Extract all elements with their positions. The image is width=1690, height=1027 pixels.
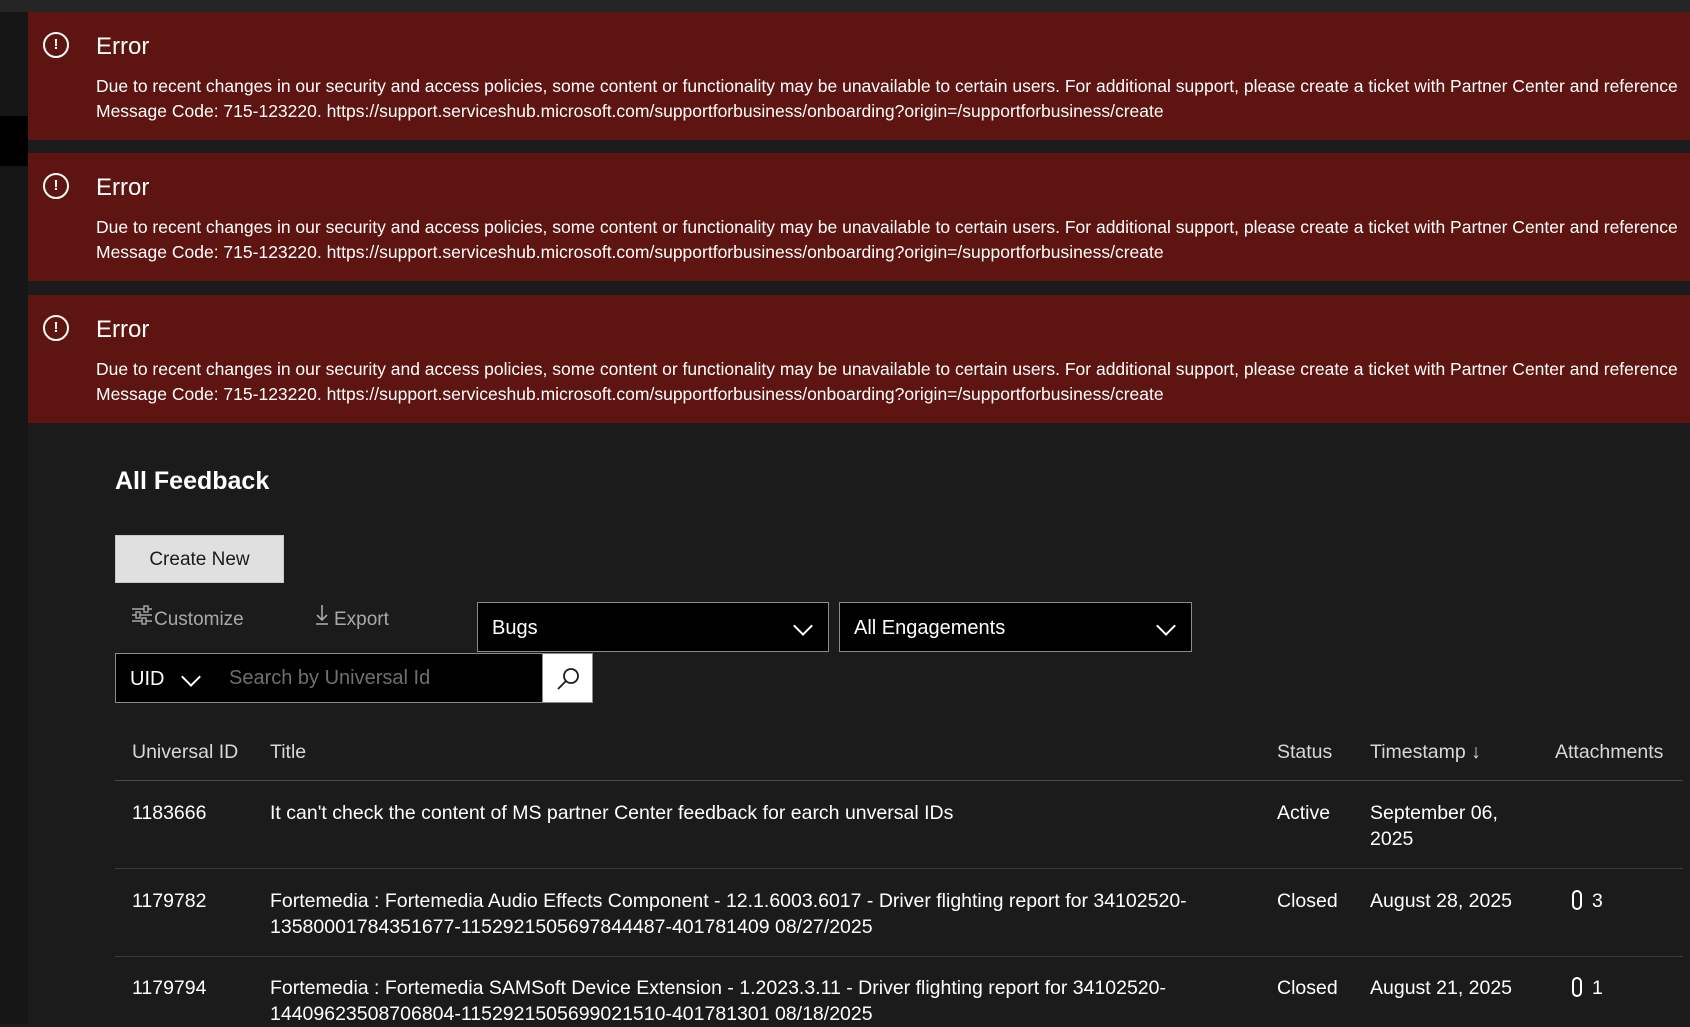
column-header-attachments[interactable]: Attachments (1555, 738, 1663, 766)
error-title: Error (96, 174, 150, 201)
row-divider (115, 868, 1683, 869)
sliders-icon (130, 602, 154, 638)
row-timestamp: August 28, 2025 (1370, 890, 1513, 912)
row-timestamp: September 06, 2025 (1370, 802, 1498, 850)
column-header-status[interactable]: Status (1277, 738, 1332, 766)
column-header-timestamp[interactable]: Timestamp ↓ (1370, 738, 1481, 766)
export-label: Export (334, 609, 389, 630)
chevron-down-icon (181, 667, 201, 687)
row-universal-id[interactable]: 1179782 (132, 888, 206, 914)
error-banner: ! Error Due to recent changes in our sec… (28, 295, 1690, 423)
error-banner: ! Error Due to recent changes in our sec… (28, 12, 1690, 140)
exclamation-circle-icon: ! (43, 315, 69, 341)
paperclip-icon (1572, 977, 1582, 997)
column-header-title[interactable]: Title (270, 738, 306, 766)
error-message: Due to recent changes in our security an… (96, 76, 1678, 121)
create-new-button[interactable]: Create New (115, 535, 284, 583)
chevron-down-icon (793, 616, 813, 636)
row-title[interactable]: Fortemedia : Fortemedia SAMSoft Device E… (270, 975, 1260, 1027)
table-header-divider (115, 780, 1683, 781)
export-button[interactable]: Export (310, 602, 389, 638)
search-field-value: UID (130, 668, 165, 690)
row-title[interactable]: It can't check the content of MS partner… (270, 800, 1260, 826)
row-attachments[interactable]: 3 (1572, 888, 1603, 914)
left-nav-rail[interactable] (0, 12, 29, 1024)
row-attachments[interactable]: 1 (1572, 975, 1603, 1001)
row-timestamp: August 21, 2025 (1370, 977, 1513, 999)
row-divider (115, 956, 1683, 957)
column-header-universal-id[interactable]: Universal ID (132, 738, 238, 766)
type-filter-dropdown[interactable]: Bugs (477, 602, 829, 652)
chevron-down-icon (1156, 616, 1176, 636)
main-content: ! Error Due to recent changes in our sec… (28, 12, 1690, 1027)
search-button[interactable] (542, 653, 593, 703)
row-status: Closed (1277, 890, 1338, 912)
engagement-filter-dropdown[interactable]: All Engagements (839, 602, 1192, 652)
row-universal-id[interactable]: 1183666 (132, 800, 206, 826)
exclamation-circle-icon: ! (43, 32, 69, 58)
paperclip-icon (1572, 890, 1582, 910)
magnifier-icon (557, 668, 579, 690)
search-input[interactable] (212, 653, 543, 703)
timestamp-header-label: Timestamp (1370, 741, 1466, 763)
error-banner: ! Error Due to recent changes in our sec… (28, 153, 1690, 281)
top-bar (0, 0, 1690, 12)
exclamation-circle-icon: ! (43, 173, 69, 199)
customize-label: Customize (154, 609, 244, 630)
error-title: Error (96, 316, 150, 343)
search-field-dropdown[interactable]: UID (115, 653, 213, 703)
download-arrow-icon (310, 602, 334, 638)
nav-active-indicator (0, 116, 28, 166)
error-message: Due to recent changes in our security an… (96, 359, 1678, 404)
attachment-count: 3 (1592, 890, 1603, 912)
row-universal-id[interactable]: 1179794 (132, 975, 206, 1001)
error-title: Error (96, 33, 150, 60)
type-filter-value: Bugs (492, 617, 538, 639)
customize-button[interactable]: Customize (130, 602, 244, 638)
row-status: Closed (1277, 977, 1338, 999)
sort-descending-icon: ↓ (1471, 741, 1481, 763)
attachment-count: 1 (1592, 977, 1603, 999)
row-status: Active (1277, 802, 1331, 824)
engagement-filter-value: All Engagements (854, 617, 1006, 639)
row-title[interactable]: Fortemedia : Fortemedia Audio Effects Co… (270, 888, 1260, 940)
page-title: All Feedback (115, 467, 270, 495)
error-message: Due to recent changes in our security an… (96, 217, 1678, 262)
